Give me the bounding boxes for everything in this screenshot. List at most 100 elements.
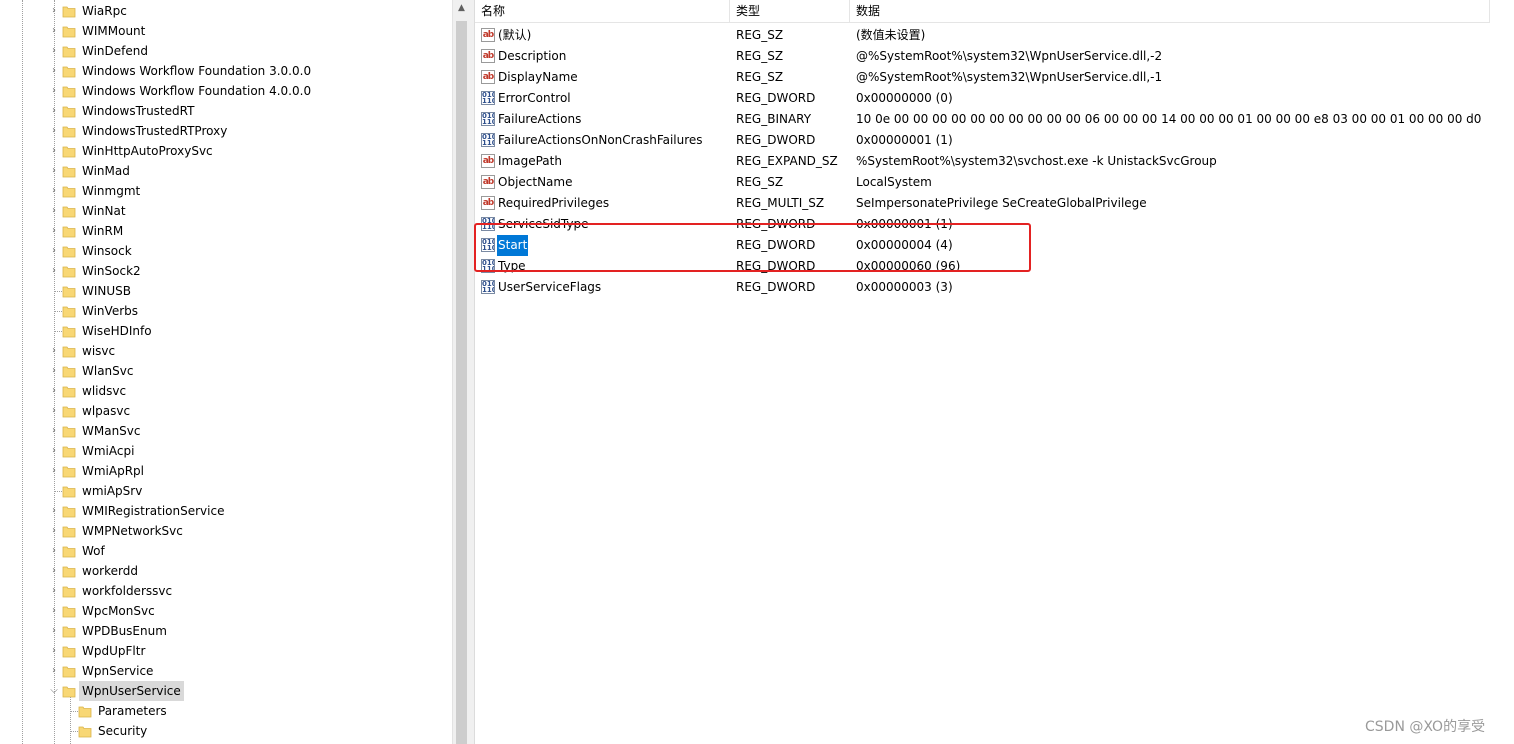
value-row[interactable]: ab Description REG_SZ @%SystemRoot%\system3… (475, 46, 1490, 67)
chevron-right-icon[interactable]: › (48, 41, 60, 61)
chevron-right-icon[interactable]: › (48, 341, 60, 361)
chevron-right-icon[interactable]: › (48, 501, 60, 521)
value-row[interactable]: 010110ErrorControl REG_DWORD 0x00000000 (0… (475, 88, 1490, 109)
tree-item-label: WmiApRpl (82, 464, 145, 478)
column-header-data[interactable]: 数据 (850, 0, 1490, 22)
chevron-right-icon[interactable]: › (48, 561, 60, 581)
folder-icon (62, 504, 76, 518)
tree-item-label: wlpasvc (82, 404, 131, 418)
value-data: (数值未设置) (856, 28, 926, 42)
value-row[interactable]: ab DisplayName REG_SZ @%SystemRoot%\system3… (475, 67, 1490, 88)
folder-icon (62, 604, 76, 618)
value-row[interactable]: ab ImagePath REG_EXPAND_SZ %SystemRoot%\sys… (475, 151, 1490, 172)
tree-connector (70, 731, 78, 732)
value-type: REG_BINARY (736, 112, 812, 126)
chevron-right-icon[interactable]: › (48, 141, 60, 161)
tree-item-label: Security (98, 724, 148, 738)
folder-icon (62, 524, 76, 538)
folder-icon (62, 424, 76, 438)
tree-connector (54, 311, 62, 312)
value-type: REG_SZ (736, 70, 784, 84)
chevron-right-icon[interactable]: › (48, 241, 60, 261)
string-value-icon: ab (481, 154, 495, 168)
registry-key-tree[interactable]: › WiaRpc › WIMMount › WinDefend › Windows Workf… (0, 0, 452, 744)
chevron-right-icon[interactable]: › (48, 401, 60, 421)
value-type: REG_SZ (736, 49, 784, 63)
chevron-right-icon[interactable]: › (48, 641, 60, 661)
value-row[interactable]: 010110FailureActionsOnNonCrashFailures RE… (475, 130, 1490, 151)
value-row[interactable]: ab ObjectName REG_SZ LocalSystem (475, 172, 1490, 193)
value-name: UserServiceFlags (498, 280, 602, 294)
chevron-right-icon[interactable]: › (48, 61, 60, 81)
chevron-right-icon[interactable]: › (48, 541, 60, 561)
tree-item-label: wlidsvc (82, 384, 127, 398)
folder-icon (62, 144, 76, 158)
folder-icon (62, 464, 76, 478)
tree-item-label: WpnService (82, 664, 154, 678)
chevron-right-icon[interactable]: › (48, 361, 60, 381)
registry-values-list[interactable]: 名称 类型 数据 ab (默认) REG_SZ (数值未设置) ab Descriptio… (475, 0, 1514, 744)
tree-connector (54, 291, 62, 292)
chevron-right-icon[interactable]: › (48, 101, 60, 121)
tree-item-label: WinVerbs (82, 304, 139, 318)
value-row[interactable]: ab RequiredPrivileges REG_MULTI_SZ SeImpers… (475, 193, 1490, 214)
tree-item-label: wisvc (82, 344, 116, 358)
chevron-right-icon[interactable]: › (48, 201, 60, 221)
folder-icon (62, 624, 76, 638)
column-header-type[interactable]: 类型 (730, 0, 850, 22)
chevron-right-icon[interactable]: › (48, 381, 60, 401)
tree-item-label: WinNat (82, 204, 126, 218)
folder-icon (62, 224, 76, 238)
chevron-right-icon[interactable]: › (48, 581, 60, 601)
tree-item-label: Windows Workflow Foundation 3.0.0.0 (82, 64, 312, 78)
chevron-right-icon[interactable]: › (48, 161, 60, 181)
value-name: FailureActionsOnNonCrashFailures (498, 133, 703, 147)
value-row[interactable]: 010110FailureActions REG_BINARY 10 0e 00 0… (475, 109, 1490, 130)
value-row[interactable]: ab (默认) REG_SZ (数值未设置) (475, 25, 1490, 46)
chevron-right-icon[interactable]: › (48, 601, 60, 621)
tree-vertical-scrollbar[interactable]: ▲ (452, 0, 470, 744)
value-data: 0x00000001 (1) (856, 133, 953, 147)
chevron-right-icon[interactable]: › (48, 261, 60, 281)
value-name: RequiredPrivileges (498, 196, 610, 210)
scroll-up-arrow-icon[interactable]: ▲ (453, 0, 470, 17)
chevron-right-icon[interactable]: › (48, 121, 60, 141)
chevron-down-icon[interactable]: ⌵ (48, 681, 60, 701)
value-data: 0x00000000 (0) (856, 91, 953, 105)
tree-item-label: WMIRegistrationService (82, 504, 225, 518)
value-type: REG_EXPAND_SZ (736, 154, 838, 168)
column-header-name[interactable]: 名称 (475, 0, 730, 22)
scrollbar-thumb[interactable] (456, 21, 467, 744)
string-value-icon: ab (481, 175, 495, 189)
folder-icon (62, 4, 76, 18)
chevron-right-icon[interactable]: › (48, 81, 60, 101)
chevron-right-icon[interactable]: › (48, 661, 60, 681)
tree-item-label: WIMMount (82, 24, 146, 38)
folder-icon (62, 124, 76, 138)
value-row[interactable]: 010110UserServiceFlags REG_DWORD 0x0000000… (475, 277, 1490, 298)
folder-icon (62, 544, 76, 558)
chevron-right-icon[interactable]: › (48, 441, 60, 461)
chevron-right-icon[interactable]: › (48, 1, 60, 21)
chevron-right-icon[interactable]: › (48, 521, 60, 541)
folder-icon (62, 344, 76, 358)
header-divider (475, 22, 1490, 23)
folder-icon (62, 364, 76, 378)
value-name: (默认) (498, 28, 532, 42)
chevron-right-icon[interactable]: › (48, 461, 60, 481)
folder-icon (62, 684, 76, 698)
chevron-right-icon[interactable]: › (48, 181, 60, 201)
chevron-right-icon[interactable]: › (48, 21, 60, 41)
chevron-right-icon[interactable]: › (48, 621, 60, 641)
value-type: REG_SZ (736, 175, 784, 189)
folder-icon (62, 644, 76, 658)
chevron-right-icon[interactable]: › (48, 421, 60, 441)
folder-icon (62, 304, 76, 318)
value-type: REG_MULTI_SZ (736, 196, 825, 210)
annotation-highlight-box (474, 223, 1031, 272)
value-data: @%SystemRoot%\system32\WpnUserService.dl… (856, 70, 1163, 84)
folder-icon (78, 704, 92, 718)
chevron-right-icon[interactable]: › (48, 221, 60, 241)
value-name: Description (498, 49, 567, 63)
tree-item-label: WINUSB (82, 284, 132, 298)
